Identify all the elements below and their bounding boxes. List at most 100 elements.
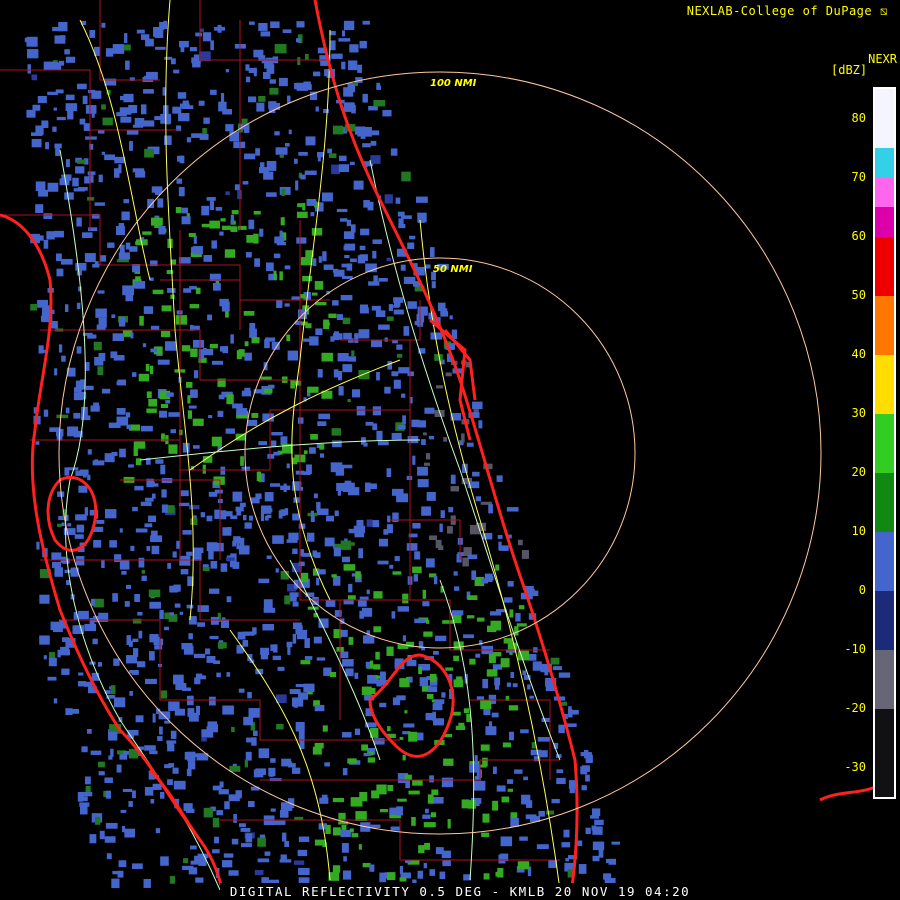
echo-cell — [522, 670, 527, 676]
echo-cell — [463, 708, 470, 714]
echo-cell — [344, 243, 356, 251]
echo-cell — [149, 601, 161, 609]
echo-cell — [122, 285, 134, 296]
echo-cell — [306, 198, 317, 206]
echo-cell — [402, 754, 406, 761]
echo-cell — [487, 625, 497, 633]
echo-cell — [138, 630, 143, 639]
echo-cell — [251, 413, 259, 418]
echo-cell — [232, 491, 243, 502]
echo-cell — [183, 288, 192, 293]
echo-cell — [406, 659, 417, 667]
echo-cell — [391, 432, 402, 440]
echo-cell — [266, 555, 272, 560]
echo-cell — [310, 510, 314, 519]
echo-cell — [118, 316, 126, 327]
echo-cell — [203, 807, 213, 818]
echo-cell — [94, 261, 99, 266]
echo-cell — [221, 860, 233, 868]
echo-cell — [372, 250, 377, 259]
echo-cell — [376, 784, 387, 795]
echo-cell — [163, 135, 172, 146]
echo-cell — [338, 155, 347, 162]
echo-cell — [206, 515, 213, 522]
echo-cell — [279, 271, 283, 281]
echo-cell — [395, 197, 401, 204]
echo-cell — [372, 239, 382, 244]
echo-cell — [298, 836, 310, 843]
echo-cell — [472, 401, 483, 410]
echo-cell — [304, 170, 317, 175]
echo-cell — [46, 231, 55, 240]
echo-cell — [159, 21, 165, 30]
echo-cell — [327, 148, 332, 154]
echo-cell — [439, 871, 446, 880]
legend-tick-label: 10 — [851, 523, 866, 538]
echo-cell — [351, 573, 356, 577]
echo-cell — [228, 870, 239, 876]
legend-band — [875, 531, 894, 591]
echo-cell — [182, 100, 189, 106]
echo-cell — [258, 95, 266, 102]
echo-cell — [361, 744, 369, 751]
echo-cell — [258, 441, 268, 446]
echo-cell — [510, 671, 515, 679]
echo-cell — [218, 101, 227, 112]
echo-cell — [288, 532, 299, 541]
echo-cell — [494, 677, 501, 686]
echo-cell — [428, 435, 435, 440]
echo-cell — [517, 539, 523, 546]
echo-cell — [230, 226, 238, 232]
echo-cell — [550, 657, 560, 665]
echo-cell — [198, 349, 205, 360]
echo-cell — [361, 686, 372, 695]
echo-cell — [275, 147, 288, 155]
echo-cell — [190, 518, 198, 526]
echo-cell — [239, 502, 246, 508]
echo-cell — [258, 748, 270, 759]
echo-cell — [527, 684, 531, 690]
echo-cell — [135, 458, 142, 466]
echo-cell — [334, 610, 342, 617]
echo-cell — [183, 858, 189, 864]
legend-band — [875, 590, 894, 650]
echo-cell — [475, 496, 482, 502]
echo-cell — [90, 750, 102, 755]
echo-cell — [241, 390, 252, 397]
echo-cell — [225, 69, 230, 73]
echo-cell — [98, 352, 106, 362]
echo-cell — [238, 225, 247, 230]
echo-cell — [185, 808, 195, 813]
echo-cell — [315, 106, 319, 112]
echo-cell — [219, 231, 224, 236]
echo-cell — [85, 785, 91, 793]
echo-cell — [398, 223, 406, 229]
echo-cell — [274, 131, 280, 136]
echo-cell — [150, 535, 163, 543]
product-footer: DIGITAL REFLECTIVITY 0.5 DEG - KMLB 20 N… — [220, 883, 700, 900]
echo-cell — [359, 610, 364, 619]
echo-cell — [180, 569, 189, 575]
echo-cell — [36, 235, 44, 241]
echo-cell — [93, 598, 104, 608]
echo-cell — [95, 816, 101, 825]
echo-cell — [187, 761, 196, 770]
echo-cell — [507, 788, 514, 792]
echo-cell — [202, 32, 212, 42]
echo-cell — [48, 657, 57, 667]
echo-cell — [509, 609, 514, 618]
echo-cell — [126, 635, 132, 645]
echo-cell — [108, 422, 121, 428]
echo-cell — [401, 393, 406, 398]
echo-cell — [87, 171, 96, 175]
echo-cell — [323, 109, 329, 114]
echo-cell — [57, 523, 62, 527]
echo-cell — [191, 57, 195, 64]
echo-cell — [376, 85, 381, 90]
echo-cell — [270, 21, 280, 29]
echo-cell — [292, 548, 298, 555]
echo-cell — [260, 647, 270, 655]
echo-cell — [312, 258, 317, 267]
echo-cell — [176, 540, 180, 549]
county-line — [390, 519, 461, 560]
